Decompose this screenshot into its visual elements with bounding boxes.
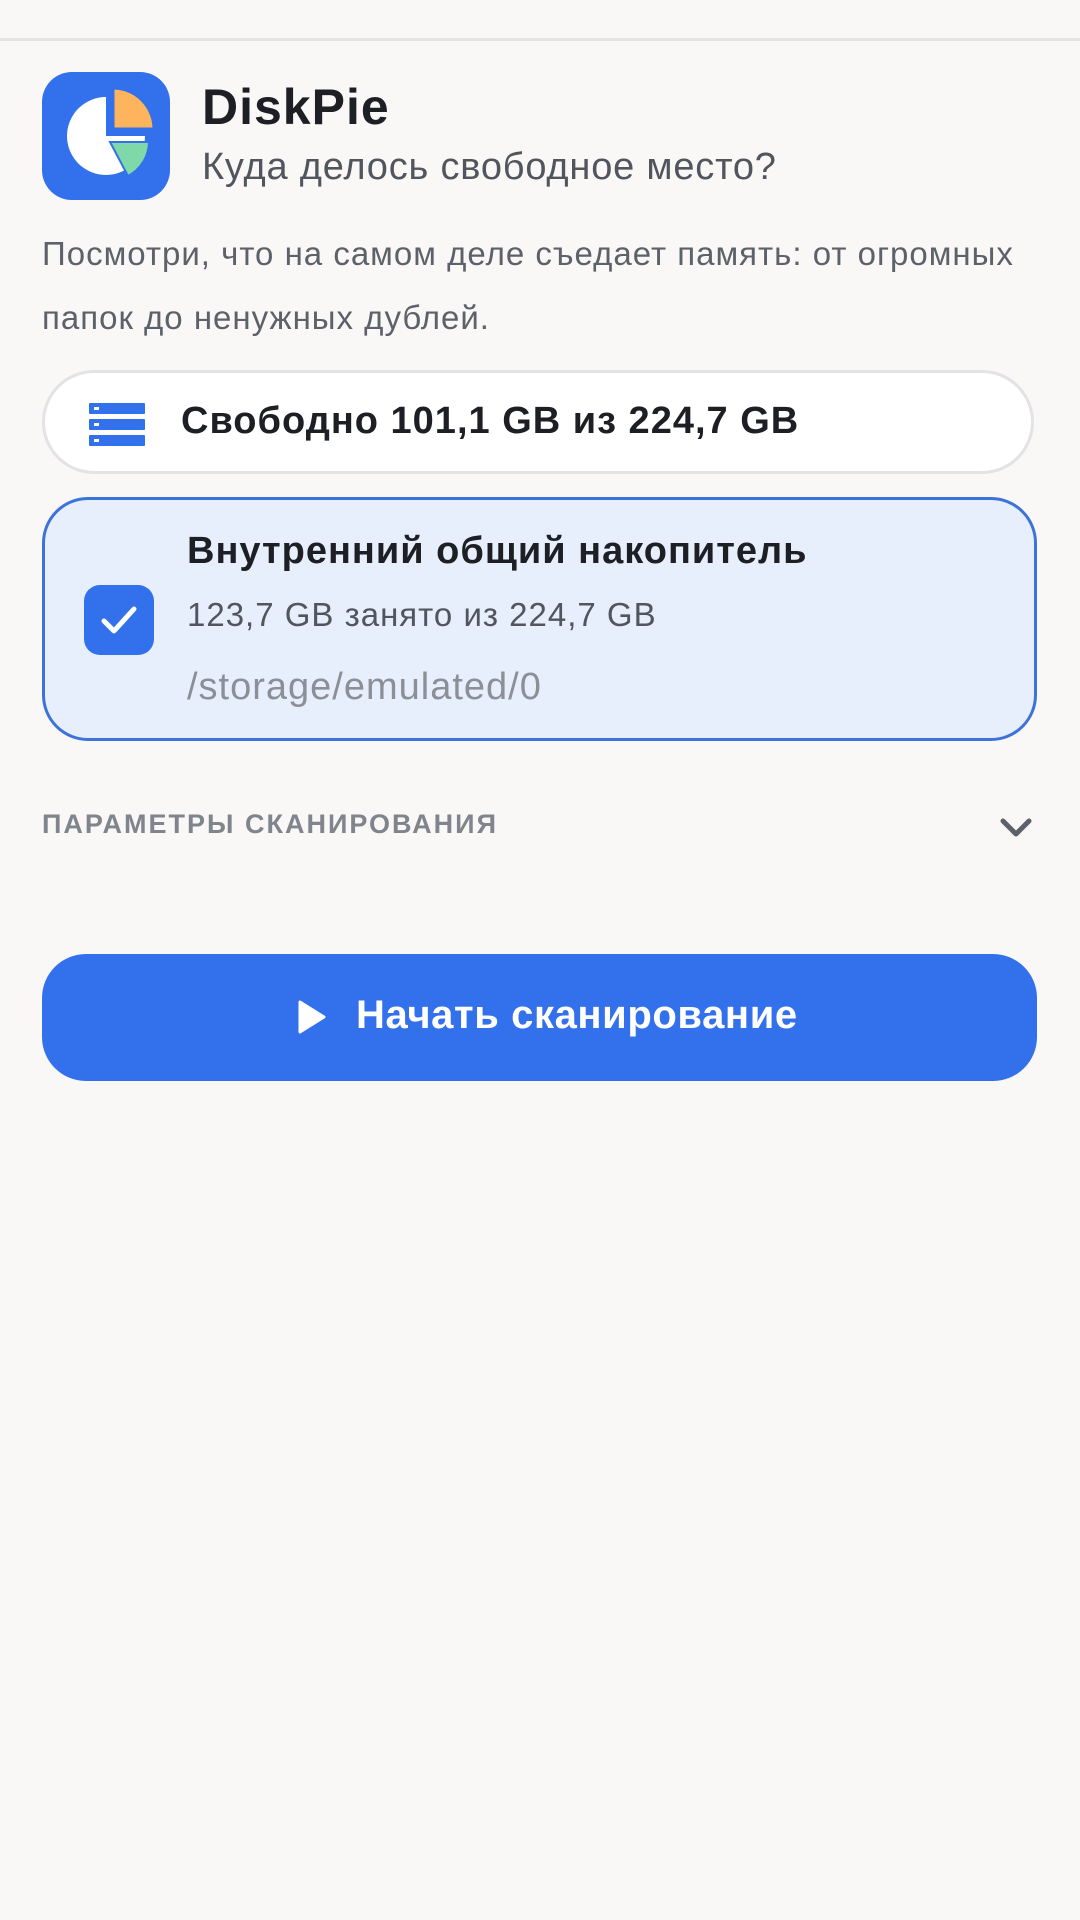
app-tagline: Куда делось свободное место? [202,146,777,188]
free-space-text: Свободно 101,1 GB из 224,7 GB [181,400,800,442]
start-scan-button[interactable]: Начать сканирование [42,954,1037,1081]
volume-path: /storage/emulated/0 [187,666,542,708]
chevron-down-icon[interactable] [994,810,1038,846]
app-logo-icon [42,72,170,200]
app-description: Посмотри, что на самом деле съедает памя… [42,235,1014,336]
app-name: DiskPie [202,79,390,135]
volume-title: Внутренний общий накопитель [187,530,808,572]
scan-settings-title: ПАРАМЕТРЫ СКАНИРОВАНИЯ [42,809,498,839]
volume-checkbox[interactable] [84,585,154,655]
app-header: DiskPie Куда делось свободное место? [42,72,1042,200]
storage-stack-icon [89,403,145,446]
scan-settings-toggle[interactable]: ПАРАМЕТРЫ СКАНИРОВАНИЯ [42,796,1038,860]
volume-usage: 123,7 GB занято из 224,7 GB [187,596,657,633]
check-icon [101,606,137,634]
play-icon [298,1000,326,1034]
top-divider [0,38,1080,41]
volume-card-internal[interactable]: Внутренний общий накопитель 123,7 GB зан… [42,497,1037,741]
free-space-pill: Свободно 101,1 GB из 224,7 GB [42,370,1034,474]
start-scan-label: Начать сканирование [356,993,798,1037]
